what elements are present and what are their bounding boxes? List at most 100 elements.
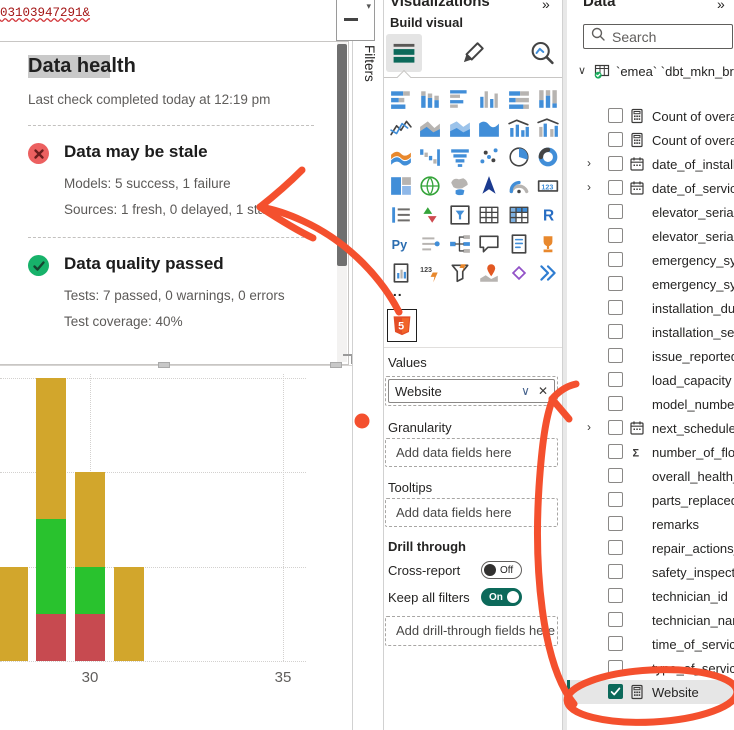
gauge-icon[interactable] — [504, 171, 534, 200]
field-row-elevator-serial-[interactable]: elevator_serial_... — [567, 200, 734, 224]
donut-chart-icon[interactable] — [534, 142, 563, 171]
field-row-remarks[interactable]: remarks — [567, 512, 734, 536]
remove-field-icon[interactable]: ✕ — [538, 384, 548, 398]
values-field-pill[interactable]: Website ∨ ✕ — [388, 379, 555, 403]
field-checkbox[interactable] — [608, 348, 623, 363]
field-row-date-of-installa-[interactable]: ›date_of_installa... — [567, 152, 734, 176]
slicer-icon[interactable] — [445, 200, 475, 229]
expand-chevron-icon[interactable]: › — [587, 420, 591, 434]
ribbon-chart-icon[interactable] — [386, 142, 416, 171]
field-row-number-of-floo-[interactable]: Σnumber_of_floo... — [567, 440, 734, 464]
power-apps-icon[interactable]: 123 — [416, 258, 446, 287]
power-automate-icon[interactable] — [445, 258, 475, 287]
collapse-pane-icon[interactable]: » — [542, 0, 549, 12]
field-row-issue-reported[interactable]: issue_reported — [567, 344, 734, 368]
field-checkbox[interactable] — [608, 684, 623, 699]
field-checkbox[interactable] — [608, 156, 623, 171]
field-row-safety-inspectio-[interactable]: safety_inspectio... — [567, 560, 734, 584]
field-checkbox[interactable] — [608, 108, 623, 123]
line-and-stacked-column-chart-icon[interactable] — [504, 113, 534, 142]
100%-stacked-area-chart-icon[interactable] — [475, 113, 505, 142]
line-and-clustered-column-chart-icon[interactable] — [534, 113, 563, 142]
more-visuals-button[interactable]: ... — [388, 283, 403, 299]
field-row-technician-id[interactable]: technician_id — [567, 584, 734, 608]
analytics-tab[interactable] — [524, 34, 560, 72]
filters-pane-collapsed[interactable]: Filters — [352, 0, 384, 730]
funnel-chart-icon[interactable] — [445, 142, 475, 171]
field-row-emergency-syst-[interactable]: emergency_syst... — [567, 248, 734, 272]
field-row-count-of-overal-[interactable]: Count of overal... — [567, 128, 734, 152]
visual-resize-handle[interactable] — [158, 362, 170, 368]
format-visual-tab[interactable] — [455, 34, 491, 72]
field-checkbox[interactable] — [608, 372, 623, 387]
field-row-date-of-service[interactable]: ›date_of_service — [567, 176, 734, 200]
area-chart-icon[interactable] — [416, 113, 446, 142]
stacked-column-chart-icon[interactable] — [416, 84, 446, 113]
azure-map-icon[interactable] — [475, 171, 505, 200]
expand-chevron-icon[interactable]: › — [587, 156, 591, 170]
field-row-load-capacity[interactable]: load_capacity — [567, 368, 734, 392]
collapse-pane-icon[interactable]: » — [717, 0, 724, 12]
popup-scroll-arrow-icon[interactable]: ▾ — [366, 1, 371, 12]
bar-segment-green[interactable] — [36, 519, 66, 614]
pie-chart-icon[interactable] — [504, 142, 534, 171]
python-visual-icon[interactable]: Py — [386, 229, 416, 258]
field-row-website[interactable]: Website — [567, 680, 734, 704]
field-row-next-scheduled-[interactable]: ›next_scheduled... — [567, 416, 734, 440]
stacked-bar-chart-icon[interactable] — [386, 84, 416, 113]
html-content-visual-selected[interactable]: 5 — [387, 309, 417, 342]
treemap-icon[interactable] — [386, 171, 416, 200]
cross-report-toggle[interactable]: Off — [481, 561, 522, 579]
field-checkbox[interactable] — [608, 612, 623, 627]
field-checkbox[interactable] — [608, 204, 623, 219]
field-checkbox[interactable] — [608, 324, 623, 339]
clustered-column-chart-icon[interactable] — [475, 84, 505, 113]
filled-map-icon[interactable] — [445, 171, 475, 200]
field-checkbox[interactable] — [608, 300, 623, 315]
custom-visual-diamond-icon[interactable] — [504, 258, 534, 287]
field-row-repair-actions-t-[interactable]: repair_actions_t... — [567, 536, 734, 560]
stacked-area-chart-icon[interactable] — [445, 113, 475, 142]
field-checkbox[interactable] — [608, 564, 623, 579]
field-checkbox[interactable] — [608, 468, 623, 483]
drill-through-drop-zone[interactable]: Add drill-through fields here — [385, 616, 558, 646]
map-icon[interactable] — [416, 171, 446, 200]
field-checkbox[interactable] — [608, 540, 623, 555]
field-checkbox[interactable] — [608, 228, 623, 243]
line-chart-icon[interactable] — [386, 113, 416, 142]
field-row-installation-dur-[interactable]: installation_dur... — [567, 296, 734, 320]
field-checkbox[interactable] — [608, 180, 623, 195]
chevron-down-icon[interactable]: ∨ — [521, 384, 530, 398]
multi-row-card-icon[interactable] — [386, 200, 416, 229]
bar-segment-green[interactable] — [75, 567, 105, 614]
field-checkbox[interactable] — [608, 132, 623, 147]
bar-segment-gold[interactable] — [0, 567, 28, 662]
kpi-icon[interactable] — [416, 200, 446, 229]
field-row-count-of-overal-[interactable]: Count of overal... — [567, 104, 734, 128]
field-checkbox[interactable] — [608, 660, 623, 675]
search-input[interactable]: Search — [583, 24, 733, 49]
visual-resize-handle[interactable] — [330, 362, 342, 368]
metrics-icon[interactable] — [534, 229, 563, 258]
keep-all-filters-toggle[interactable]: On — [481, 588, 522, 606]
field-checkbox[interactable] — [608, 492, 623, 507]
custom-visual-chevrons-icon[interactable] — [534, 258, 563, 287]
tooltips-drop-zone[interactable]: Add data fields here — [385, 498, 558, 527]
field-checkbox[interactable] — [608, 420, 623, 435]
minimize-icon[interactable] — [344, 18, 358, 21]
field-row-installation-serv-[interactable]: installation_serv... — [567, 320, 734, 344]
field-checkbox[interactable] — [608, 588, 623, 603]
100%-stacked-bar-chart-icon[interactable] — [504, 84, 534, 113]
key-influencers-icon[interactable] — [416, 229, 446, 258]
field-row-time-of-service[interactable]: time_of_service — [567, 632, 734, 656]
values-drop-zone[interactable]: Website ∨ ✕ — [385, 376, 558, 406]
granularity-drop-zone[interactable]: Add data fields here — [385, 438, 558, 467]
expand-chevron-icon[interactable]: › — [587, 180, 591, 194]
tooltip-scrollbar[interactable] — [337, 42, 347, 362]
smart-narrative-icon[interactable] — [504, 229, 534, 258]
field-checkbox[interactable] — [608, 636, 623, 651]
field-row-emergency-syst-[interactable]: emergency_syst... — [567, 272, 734, 296]
bar-segment-red[interactable] — [75, 614, 105, 661]
bar-segment-red[interactable] — [36, 614, 66, 661]
r-script-visual-icon[interactable]: R — [534, 200, 563, 229]
